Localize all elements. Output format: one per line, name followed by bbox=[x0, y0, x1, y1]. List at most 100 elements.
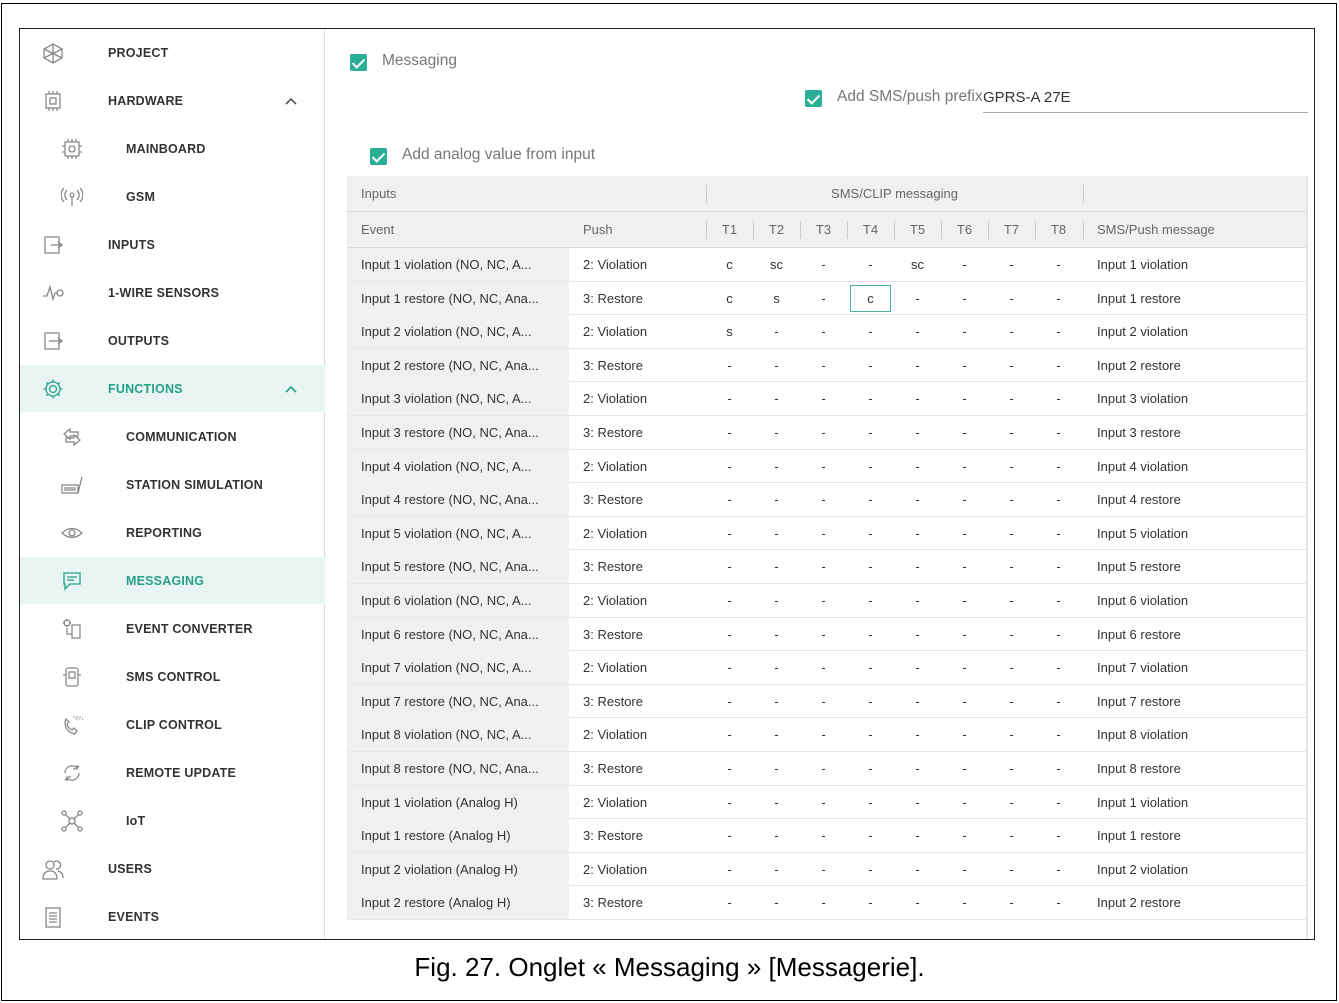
message-cell[interactable]: Input 1 restore bbox=[1083, 819, 1307, 852]
t4-cell[interactable]: - bbox=[847, 651, 894, 684]
t7-cell[interactable]: - bbox=[988, 416, 1035, 449]
t4-cell[interactable]: - bbox=[847, 752, 894, 785]
t8-cell[interactable]: - bbox=[1035, 651, 1082, 684]
t5-cell[interactable]: - bbox=[894, 752, 941, 785]
t3-cell[interactable]: - bbox=[800, 483, 847, 516]
t7-cell[interactable]: - bbox=[988, 450, 1035, 483]
t5-cell[interactable]: - bbox=[894, 584, 941, 617]
t5-cell[interactable]: sc bbox=[894, 248, 941, 281]
message-cell[interactable]: Input 1 violation bbox=[1083, 786, 1307, 819]
t3-cell[interactable]: - bbox=[800, 517, 847, 550]
t1-cell[interactable]: - bbox=[706, 886, 753, 919]
t3-cell[interactable]: - bbox=[800, 248, 847, 281]
push-cell[interactable]: 2: Violation bbox=[569, 584, 704, 617]
t6-cell[interactable]: - bbox=[941, 248, 988, 281]
t8-cell[interactable]: - bbox=[1035, 584, 1082, 617]
sidebar-item-hardware[interactable]: HARDWARE bbox=[20, 77, 325, 124]
t6-cell[interactable]: - bbox=[941, 819, 988, 852]
sidebar-item-inputs[interactable]: INPUTS bbox=[20, 221, 325, 268]
t7-cell[interactable]: - bbox=[988, 685, 1035, 718]
sidebar-item-iot[interactable]: IoT bbox=[20, 797, 325, 844]
sidebar-item-reporting[interactable]: REPORTING bbox=[20, 509, 325, 556]
t2-cell[interactable]: - bbox=[753, 618, 800, 651]
push-cell[interactable]: 3: Restore bbox=[569, 685, 704, 718]
t4-cell[interactable]: - bbox=[847, 315, 894, 348]
t5-cell[interactable]: - bbox=[894, 550, 941, 583]
message-cell[interactable]: Input 7 violation bbox=[1083, 651, 1307, 684]
t2-cell[interactable]: - bbox=[753, 517, 800, 550]
chevron-up-icon[interactable] bbox=[284, 94, 298, 108]
t5-cell[interactable]: - bbox=[894, 517, 941, 550]
t8-cell[interactable]: - bbox=[1035, 282, 1082, 315]
t8-cell[interactable]: - bbox=[1035, 483, 1082, 516]
t4-cell[interactable]: - bbox=[847, 853, 894, 886]
push-cell[interactable]: 3: Restore bbox=[569, 483, 704, 516]
t3-cell[interactable]: - bbox=[800, 786, 847, 819]
sidebar-item-gsm[interactable]: GSM bbox=[20, 173, 325, 220]
t8-cell[interactable]: - bbox=[1035, 786, 1082, 819]
t6-cell[interactable]: - bbox=[941, 315, 988, 348]
t3-cell[interactable]: - bbox=[800, 315, 847, 348]
push-cell[interactable]: 2: Violation bbox=[569, 382, 704, 415]
t3-cell[interactable]: - bbox=[800, 685, 847, 718]
t2-cell[interactable]: - bbox=[753, 416, 800, 449]
t8-cell[interactable]: - bbox=[1035, 886, 1082, 919]
t6-cell[interactable]: - bbox=[941, 618, 988, 651]
t7-cell[interactable]: - bbox=[988, 382, 1035, 415]
t1-cell[interactable]: c bbox=[706, 282, 753, 315]
t5-cell[interactable]: - bbox=[894, 819, 941, 852]
t7-cell[interactable]: - bbox=[988, 315, 1035, 348]
t1-cell[interactable]: - bbox=[706, 651, 753, 684]
t7-cell[interactable]: - bbox=[988, 651, 1035, 684]
t7-cell[interactable]: - bbox=[988, 853, 1035, 886]
t1-cell[interactable]: - bbox=[706, 618, 753, 651]
t1-cell[interactable]: - bbox=[706, 819, 753, 852]
message-cell[interactable]: Input 3 restore bbox=[1083, 416, 1307, 449]
t1-cell[interactable]: - bbox=[706, 517, 753, 550]
t6-cell[interactable]: - bbox=[941, 416, 988, 449]
t8-cell[interactable]: - bbox=[1035, 517, 1082, 550]
t4-cell[interactable]: - bbox=[847, 450, 894, 483]
t6-cell[interactable]: - bbox=[941, 483, 988, 516]
t8-cell[interactable]: - bbox=[1035, 718, 1082, 751]
t3-cell[interactable]: - bbox=[800, 282, 847, 315]
t1-cell[interactable]: - bbox=[706, 450, 753, 483]
t2-cell[interactable]: - bbox=[753, 819, 800, 852]
t6-cell[interactable]: - bbox=[941, 651, 988, 684]
sidebar-item-sms-control[interactable]: SMS CONTROL bbox=[20, 653, 325, 700]
message-cell[interactable]: Input 2 violation bbox=[1083, 853, 1307, 886]
message-cell[interactable]: Input 5 restore bbox=[1083, 550, 1307, 583]
messaging-checkbox[interactable] bbox=[350, 54, 367, 71]
t4-cell[interactable]: - bbox=[847, 483, 894, 516]
message-cell[interactable]: Input 2 restore bbox=[1083, 886, 1307, 919]
t1-cell[interactable]: - bbox=[706, 416, 753, 449]
t1-cell[interactable]: - bbox=[706, 550, 753, 583]
t3-cell[interactable]: - bbox=[800, 618, 847, 651]
t7-cell[interactable]: - bbox=[988, 483, 1035, 516]
message-cell[interactable]: Input 2 violation bbox=[1083, 315, 1307, 348]
t1-cell[interactable]: - bbox=[706, 584, 753, 617]
t3-cell[interactable]: - bbox=[800, 718, 847, 751]
t8-cell[interactable]: - bbox=[1035, 550, 1082, 583]
t4-cell[interactable]: - bbox=[847, 382, 894, 415]
push-cell[interactable]: 3: Restore bbox=[569, 618, 704, 651]
sidebar-item-event-converter[interactable]: EVENT CONVERTER bbox=[20, 605, 325, 652]
push-cell[interactable]: 3: Restore bbox=[569, 282, 704, 315]
t6-cell[interactable]: - bbox=[941, 853, 988, 886]
message-cell[interactable]: Input 6 violation bbox=[1083, 584, 1307, 617]
push-cell[interactable]: 2: Violation bbox=[569, 853, 704, 886]
t8-cell[interactable]: - bbox=[1035, 382, 1082, 415]
t8-cell[interactable]: - bbox=[1035, 248, 1082, 281]
t5-cell[interactable]: - bbox=[894, 382, 941, 415]
message-cell[interactable]: Input 1 violation bbox=[1083, 248, 1307, 281]
sidebar-item-project[interactable]: PROJECT bbox=[20, 29, 325, 76]
prefix-checkbox[interactable] bbox=[805, 90, 822, 107]
t8-cell[interactable]: - bbox=[1035, 450, 1082, 483]
t2-cell[interactable]: - bbox=[753, 349, 800, 382]
t5-cell[interactable]: - bbox=[894, 483, 941, 516]
message-cell[interactable]: Input 5 violation bbox=[1083, 517, 1307, 550]
t1-cell[interactable]: - bbox=[706, 718, 753, 751]
sidebar-item-remote-update[interactable]: REMOTE UPDATE bbox=[20, 749, 325, 796]
t7-cell[interactable]: - bbox=[988, 752, 1035, 785]
push-cell[interactable]: 2: Violation bbox=[569, 651, 704, 684]
